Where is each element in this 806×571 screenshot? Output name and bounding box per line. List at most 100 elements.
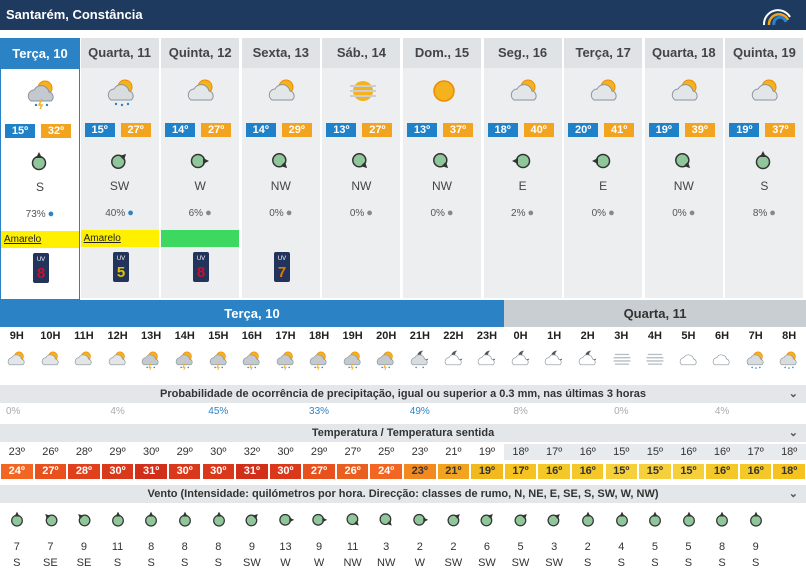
ipma-logo-icon[interactable]	[760, 3, 794, 27]
feels-cell: 26º	[336, 464, 369, 479]
feels-cell: 23º	[404, 464, 436, 479]
drop-icon: ●	[47, 208, 55, 220]
wind-icon-wrap	[411, 510, 429, 533]
uv-index-icon: UV 8	[193, 252, 210, 282]
day-name[interactable]: Sáb., 14	[322, 38, 401, 68]
hour-icon-wrap	[510, 348, 532, 375]
day-name[interactable]: Dom., 15	[403, 38, 481, 68]
svg-text:UV: UV	[116, 256, 124, 262]
drop-icon: ●	[688, 207, 696, 219]
wind-direction-icon	[278, 513, 294, 526]
wind-icon-wrap	[108, 149, 130, 171]
warning-badge[interactable]	[161, 230, 240, 247]
chevron-down-icon[interactable]: ⌄	[789, 424, 798, 442]
wind-direction-label: E	[599, 179, 608, 193]
day-name[interactable]: Quinta, 12	[161, 38, 240, 68]
max-temp: 39º	[684, 123, 715, 137]
hourly-day-b[interactable]: Quarta, 11	[504, 300, 806, 327]
weather-icon-wrap	[508, 74, 542, 108]
precip-value: 2%	[511, 208, 526, 219]
min-temp: 15º	[84, 123, 115, 137]
precip-value: 8%	[752, 208, 768, 219]
day-column[interactable]: Quarta, 11 15º 27º SW 40% ● Amarelo UV 5	[80, 38, 161, 298]
day-name[interactable]: Quarta, 18	[644, 38, 723, 68]
warning-badge[interactable]: Amarelo	[1, 231, 79, 248]
wind-icon-wrap	[646, 510, 664, 533]
drop-icon: ●	[527, 207, 535, 219]
max-temp: 41º	[604, 123, 635, 137]
wind-icon-wrap	[613, 510, 631, 533]
temp-cell: 32º	[243, 446, 260, 458]
chevron-down-icon[interactable]: ⌄	[789, 485, 798, 503]
fog-icon	[646, 353, 664, 365]
day-name[interactable]: Sexta, 13	[241, 38, 320, 68]
storm-cloud-icon	[343, 351, 361, 371]
hour-icon-wrap	[73, 348, 95, 375]
wind-speed: 3	[383, 541, 390, 553]
wind-direction-icon	[379, 513, 393, 526]
wind-direction-icon	[346, 513, 359, 526]
feels-cell: 30º	[269, 464, 302, 479]
chevron-down-icon[interactable]: ⌄	[789, 385, 798, 403]
storm-cloud-icon	[310, 351, 327, 371]
wind-icon-wrap	[176, 510, 194, 533]
wind-dir: S	[13, 557, 21, 569]
day-name[interactable]: Seg., 16	[483, 38, 562, 68]
hour-label: 12H	[107, 330, 128, 342]
hour-icon-wrap	[6, 348, 28, 375]
wind-direction-icon	[514, 514, 527, 527]
sun-cloud-icon	[591, 79, 617, 101]
temp-cell: 23º	[8, 446, 25, 458]
day-column[interactable]: Quinta, 19 19º 37º S 8% ●	[725, 38, 806, 298]
wind-band[interactable]: Vento (Intensidade: quilómetros por hora…	[0, 485, 806, 503]
wind-direction-icon	[615, 511, 628, 527]
hour-icon-wrap	[409, 348, 431, 375]
precip-band[interactable]: Probabilidade de ocorrência de precipita…	[0, 385, 806, 403]
svg-text:8: 8	[37, 265, 45, 282]
wind-direction-icon	[44, 514, 58, 527]
moon-cloud-icon	[545, 350, 563, 366]
feels-cell: 28º	[68, 464, 100, 479]
max-temp: 40º	[523, 123, 554, 137]
wind-icon-wrap	[752, 149, 774, 171]
wind-direction-label: S	[760, 179, 769, 193]
day-column[interactable]: Quarta, 18 19º 39º NW 0% ●	[644, 38, 725, 298]
day-column[interactable]: Terça, 10 15º 32º S 73% ● Amarelo UV 8	[0, 38, 80, 300]
precip-value: 6%	[188, 208, 204, 219]
min-temp: 14º	[245, 123, 276, 137]
precip-prob: 73% ●	[1, 208, 79, 220]
weather-icon-wrap	[669, 74, 703, 108]
feels-cell: 17º	[504, 464, 537, 479]
day-column[interactable]: Seg., 16 18º 40º E 2% ●	[483, 38, 564, 298]
day-name[interactable]: Terça, 10	[1, 39, 79, 69]
day-column[interactable]: Sáb., 14 13º 27º NW 0% ●	[322, 38, 403, 298]
day-column[interactable]: Terça, 17 20º 41º E 0% ●	[564, 38, 645, 298]
moon-storm-icon	[410, 350, 429, 369]
temp-cell: 16º	[570, 444, 605, 460]
weather-icon-wrap	[749, 74, 783, 108]
day-name[interactable]: Quinta, 19	[725, 38, 804, 68]
day-name[interactable]: Terça, 17	[564, 38, 643, 68]
location-header: Santarém, Constância	[0, 0, 806, 30]
temp-band[interactable]: Temperatura / Temperatura sentida ⌄	[0, 424, 806, 442]
haze-sun-icon	[350, 81, 377, 101]
precip-cell: 33%	[309, 406, 330, 417]
precip-value: 0%	[672, 208, 687, 219]
hour-label: 5H	[681, 330, 696, 342]
hour-label: 8H	[782, 330, 797, 342]
warning-badge[interactable]: Amarelo	[80, 230, 159, 247]
day-column[interactable]: Quinta, 12 14º 27º W 6% ● UV 8	[161, 38, 242, 298]
temp-cell: 30º	[142, 446, 160, 458]
wind-speed: 8	[718, 541, 726, 553]
hourly-day-a[interactable]: Terça, 10	[0, 300, 504, 327]
temp-cell: 17º	[537, 444, 571, 460]
hour-icon-wrap	[745, 348, 767, 375]
hour-label: 10H	[40, 330, 61, 342]
temp-cell: 18º	[503, 444, 538, 460]
day-column[interactable]: Sexta, 13 14º 29º NW 0% ● UV 7	[241, 38, 322, 298]
wind-dir: S	[214, 557, 222, 569]
day-column[interactable]: Dom., 15 13º 37º NW 0% ●	[403, 38, 483, 298]
drop-icon: ●	[127, 207, 134, 219]
day-name[interactable]: Quarta, 11	[80, 38, 159, 68]
wind-speed: 9	[80, 541, 88, 553]
